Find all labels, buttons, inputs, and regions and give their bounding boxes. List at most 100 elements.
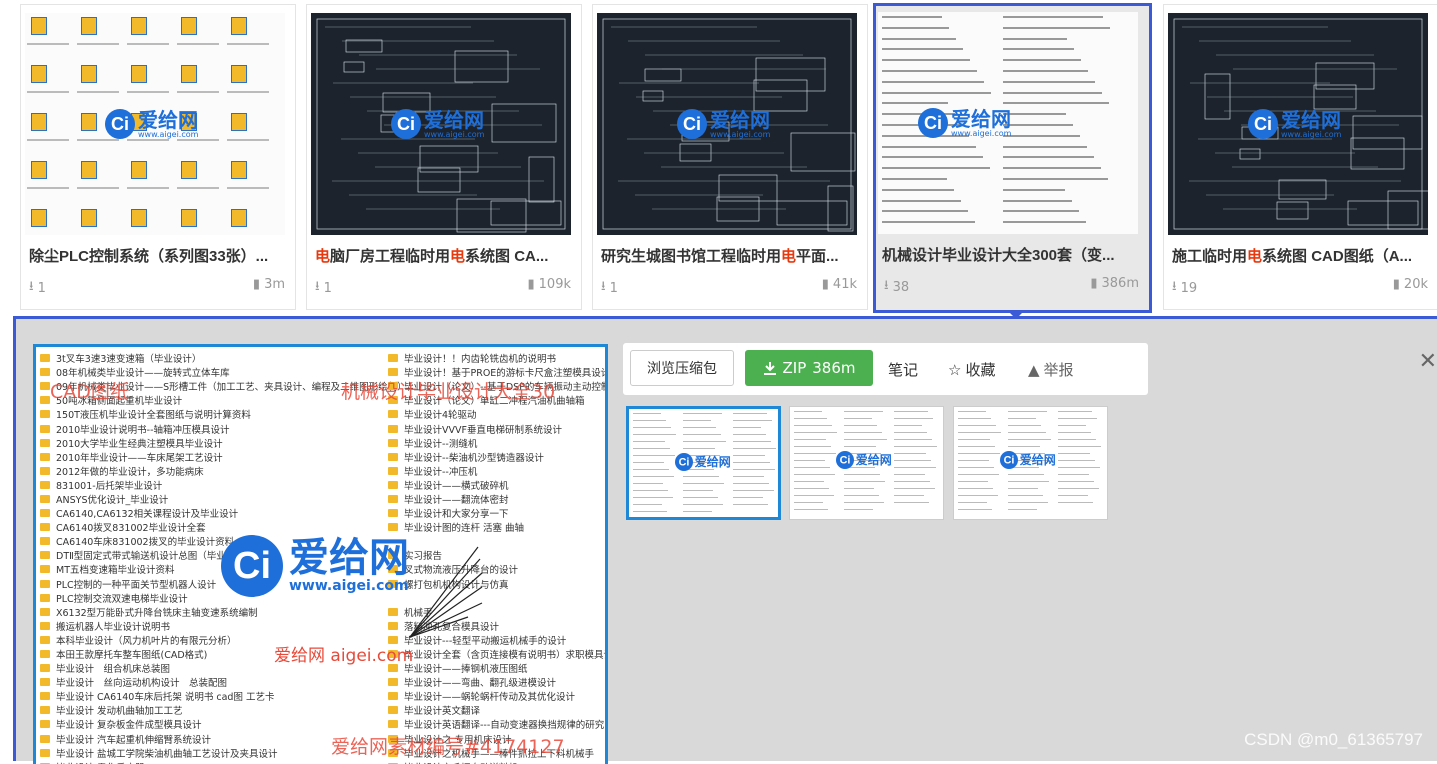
file-icon [81, 17, 97, 35]
list-line [1058, 411, 1092, 412]
list-item: 搬运机器人毕业设计说明书 [40, 619, 407, 633]
warning-icon: ▲ [1028, 360, 1040, 379]
download-count: ⭳ 1 [315, 277, 332, 299]
file-size: ▮ 20k [1392, 277, 1428, 292]
preview-image[interactable]: 3t叉车3速3速变速箱（毕业设计） 08年机械类毕业设计——旋转式立体车库 09年机… [33, 344, 608, 764]
folder-icon [40, 480, 50, 489]
folder-icon [388, 480, 398, 489]
list-line [633, 441, 665, 442]
list-line [633, 483, 663, 484]
csdn-watermark: CSDN @m0_61365797 [1244, 730, 1423, 749]
list-line [958, 446, 995, 447]
list-line [894, 418, 933, 419]
file-name-line [27, 187, 69, 189]
folder-icon [40, 424, 50, 433]
list-item: 2010大学毕业生经典注塑模具毕业设计 [40, 436, 407, 450]
preview-thumbnail-3[interactable]: Ci 爱给网 [953, 406, 1108, 520]
list-item: 毕业设计 发动机曲轴加工工艺 [40, 703, 407, 717]
card-thumbnail[interactable]: Ci 爱给网 www.aigei.com [878, 12, 1138, 234]
card-title[interactable]: 机械设计毕业设计大全300套（变... [882, 244, 1140, 265]
list-line [1003, 102, 1109, 105]
resource-card[interactable]: Ci 爱给网 www.aigei.com 施工临时用电系统图 CAD图纸（A... ⭳ 1… [1163, 4, 1437, 310]
aigei-logo-icon: Ci [1000, 451, 1018, 469]
download-icon: ⭳ [1172, 279, 1177, 294]
list-line [844, 509, 873, 510]
notes-link[interactable]: 笔记 [888, 359, 918, 380]
card-title[interactable]: 施工临时用电系统图 CAD图纸（A... [1172, 245, 1430, 266]
list-item: 毕业设计——横式破碎机 [388, 478, 605, 492]
folder-icon [388, 509, 398, 518]
folder-icon [40, 382, 50, 391]
asset-number-overlay: 爱给网素材编号#4174127 [331, 736, 565, 758]
folder-icon [388, 720, 398, 729]
browse-archive-button[interactable]: 浏览压缩包 [630, 350, 734, 386]
file-icon [131, 209, 147, 227]
list-line [733, 462, 770, 463]
favorite-link[interactable]: ☆ 收藏 [948, 359, 995, 380]
list-line [733, 504, 768, 505]
folder-icon [40, 396, 50, 405]
file-icon: ▮ [821, 277, 829, 292]
file-icon [81, 161, 97, 179]
card-thumbnail[interactable]: Ci 爱给网 www.aigei.com [25, 13, 285, 235]
file-icon [231, 17, 247, 35]
folder-icon [40, 706, 50, 715]
list-line [683, 441, 726, 442]
aigei-watermark: Ci 爱给网 [675, 453, 731, 471]
list-line [1058, 439, 1096, 440]
list-item: 150T液压机毕业设计全套图纸与说明计算资料 [40, 407, 407, 421]
file-icon [31, 65, 47, 83]
list-line [1008, 495, 1043, 496]
list-line [1008, 418, 1036, 419]
list-item: 毕业设计 丝向运动机构设计 总装配图 [40, 675, 407, 689]
preview-thumbnail-1[interactable]: Ci 爱给网 [626, 406, 781, 520]
overlay-prefix: CAD图纸 [50, 381, 129, 403]
file-name-line [227, 187, 269, 189]
zip-download-button[interactable]: ZIP 386m [745, 350, 873, 386]
file-name-line [177, 91, 219, 93]
card-thumbnail[interactable]: Ci 爱给网 www.aigei.com [1168, 13, 1428, 235]
list-line [1008, 411, 1047, 412]
list-line [1003, 70, 1088, 72]
file-icon: ▮ [1392, 277, 1400, 292]
folder-icon [388, 621, 398, 630]
list-line [1003, 188, 1065, 191]
list-item: 毕业设计--冲压机 [388, 464, 605, 478]
resource-card[interactable]: Ci 爱给网 www.aigei.com 机械设计毕业设计大全300套（变... ⭳ 38… [873, 3, 1152, 319]
resource-card[interactable]: Ci 爱给网 www.aigei.com 电脑厂房工程临时用电系统图 CA... ⭳ 1 ▮… [306, 4, 582, 310]
folder-icon [40, 523, 50, 532]
list-line [894, 425, 922, 426]
file-icon: ▮ [252, 277, 261, 292]
folder-icon [388, 692, 398, 701]
list-line [794, 446, 831, 447]
list-line [1058, 502, 1093, 503]
list-line [1003, 26, 1110, 29]
list-line [683, 434, 721, 435]
preview-thumbnail-2[interactable]: Ci 爱给网 [789, 406, 944, 520]
card-title[interactable]: 研究生城图书馆工程临时用电平面... [601, 245, 859, 266]
folder-icon [388, 523, 398, 532]
card-thumbnail[interactable]: Ci 爱给网 www.aigei.com [597, 13, 857, 235]
list-line [882, 156, 983, 159]
list-line [1008, 446, 1040, 447]
list-line [794, 453, 836, 454]
report-link[interactable]: ▲ 举报 [1028, 359, 1074, 380]
list-line [1003, 48, 1074, 51]
list-item: 2010毕业设计说明书--轴箱冲压模具设计 [40, 421, 407, 436]
list-line [633, 476, 674, 477]
close-icon[interactable]: ✕ [1419, 349, 1437, 374]
list-line [794, 474, 835, 475]
resource-card[interactable]: Ci 爱给网 www.aigei.com 研究生城图书馆工程临时用电平面... ⭳ 1 ▮ 4… [592, 4, 868, 310]
download-icon [763, 362, 776, 375]
file-icon [181, 65, 197, 83]
list-line [683, 504, 723, 505]
list-line [1003, 145, 1087, 148]
card-title[interactable]: 除尘PLC控制系统（系列图33张）... [29, 245, 287, 266]
card-title[interactable]: 电脑厂房工程临时用电系统图 CA... [315, 245, 573, 266]
folder-icon [388, 494, 398, 503]
card-thumbnail[interactable]: Ci 爱给网 www.aigei.com [311, 13, 571, 235]
resource-card[interactable]: Ci 爱给网 www.aigei.com 除尘PLC控制系统（系列图33张）... ⭳ 1… [20, 4, 296, 310]
file-icon [181, 209, 197, 227]
list-line [882, 16, 942, 18]
list-line [633, 455, 675, 456]
